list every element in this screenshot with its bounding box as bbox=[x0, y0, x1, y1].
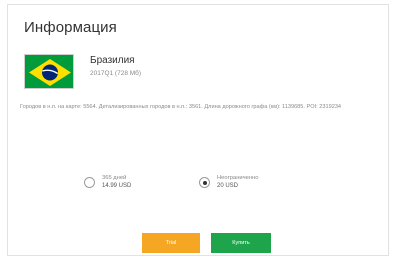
brazil-flag-icon bbox=[24, 54, 74, 89]
plan-365-radio[interactable] bbox=[84, 177, 95, 188]
country-version-size: 2017Q1 (728 Мб) bbox=[90, 70, 142, 77]
dialog-title: Информация bbox=[24, 19, 117, 36]
plan-unlimited-price: 20 USD bbox=[217, 183, 239, 189]
plan-options: 365 дней 14.99 USD Неограниченно 20 USD bbox=[8, 175, 390, 205]
plan-unlimited-radio[interactable] bbox=[199, 177, 210, 188]
trial-button[interactable]: Trial bbox=[142, 233, 200, 253]
info-dialog: Информация Бразилия 2017Q1 (728 Мб) Горо… bbox=[7, 4, 389, 256]
plan-365-price: 14.99 USD bbox=[102, 183, 132, 189]
country-stats-text: Городов в н.п. на карте: 5564. Детализир… bbox=[20, 104, 342, 110]
buy-button[interactable]: Купить bbox=[211, 233, 271, 253]
country-name: Бразилия bbox=[90, 55, 135, 66]
plan-365-label: 365 дней bbox=[102, 175, 127, 181]
plan-unlimited-label: Неограниченно bbox=[217, 175, 259, 181]
